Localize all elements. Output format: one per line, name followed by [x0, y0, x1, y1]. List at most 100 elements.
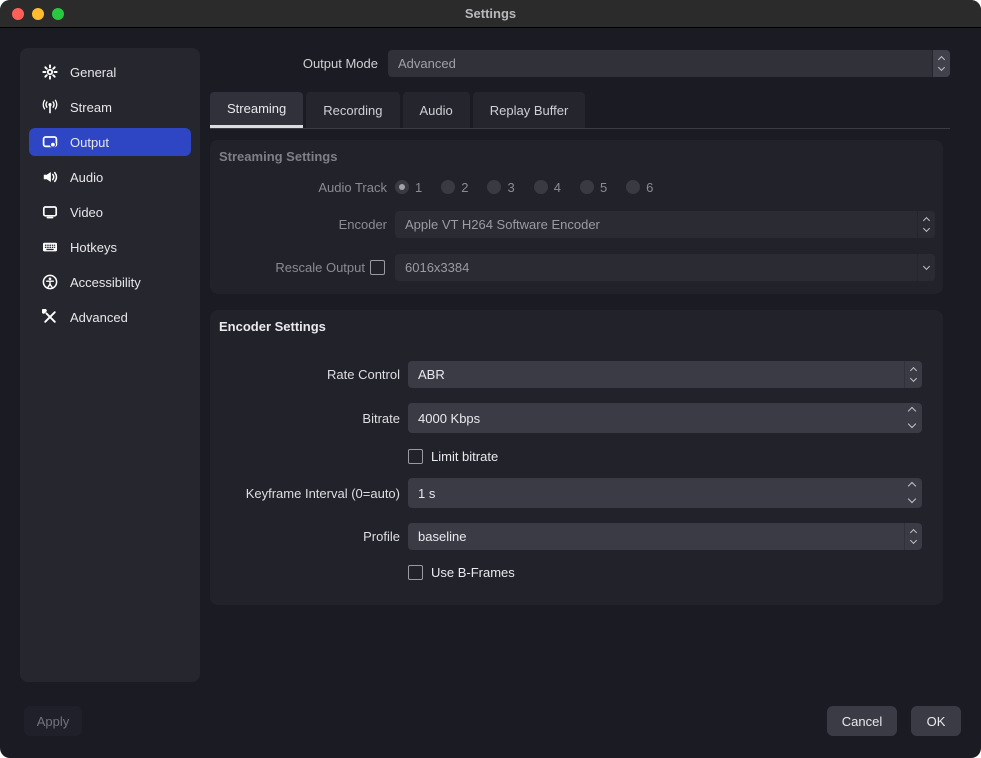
sidebar-item-label: Hotkeys [70, 240, 117, 255]
audio-track-radio-4[interactable]: 4 [534, 180, 561, 195]
tab-label: Recording [323, 103, 382, 118]
keyframe-interval-spinbox[interactable]: 1 s [408, 478, 922, 508]
keyboard-icon [42, 239, 58, 255]
keyframe-interval-label: Keyframe Interval (0=auto) [218, 486, 400, 501]
apply-button[interactable]: Apply [24, 706, 82, 736]
radio-label: 5 [600, 180, 607, 195]
chevron-down-icon[interactable] [917, 254, 935, 281]
encoder-settings-panel: Encoder Settings Rate Control ABR Bitrat… [210, 310, 943, 605]
tab-label: Streaming [227, 101, 286, 116]
window-title: Settings [465, 6, 516, 21]
chevron-up-icon[interactable] [908, 482, 916, 490]
profile-value: baseline [418, 529, 466, 544]
sidebar-item-label: General [70, 65, 116, 80]
sidebar-item-stream[interactable]: Stream [29, 93, 191, 121]
sidebar-item-hotkeys[interactable]: Hotkeys [29, 233, 191, 261]
rescale-resolution-value: 6016x3384 [405, 260, 469, 275]
audio-track-radio-1[interactable]: 1 [395, 180, 422, 195]
audio-track-radio-3[interactable]: 3 [487, 180, 514, 195]
tabs-divider [210, 128, 950, 129]
sidebar-item-audio[interactable]: Audio [29, 163, 191, 191]
radio-label: 2 [461, 180, 468, 195]
cancel-button[interactable]: Cancel [827, 706, 897, 736]
sidebar-item-label: Output [70, 135, 109, 150]
sidebar-item-video[interactable]: Video [29, 198, 191, 226]
sidebar-item-label: Accessibility [70, 275, 141, 290]
tab-label: Audio [420, 103, 453, 118]
title-bar: Settings [0, 0, 981, 28]
rescale-output-checkbox[interactable] [370, 260, 385, 275]
chevron-down-icon[interactable] [908, 420, 916, 428]
rescale-resolution-combobox[interactable]: 6016x3384 [395, 254, 935, 281]
audio-track-radio-2[interactable]: 2 [441, 180, 468, 195]
audio-track-row: Audio Track 1 2 3 4 5 6 [218, 177, 935, 197]
encoder-dropdown[interactable]: Apple VT H264 Software Encoder [395, 211, 935, 238]
antenna-icon [42, 99, 58, 115]
keyframe-interval-value: 1 s [418, 486, 435, 501]
profile-row: Profile baseline [218, 523, 935, 550]
radio-icon [441, 180, 455, 194]
tab-recording[interactable]: Recording [306, 92, 399, 128]
chevron-updown-icon[interactable] [932, 50, 950, 77]
chevron-updown-icon[interactable] [917, 211, 935, 238]
bitrate-row: Bitrate 4000 Kbps [218, 403, 935, 433]
radio-icon [580, 180, 594, 194]
rate-control-value: ABR [418, 367, 445, 382]
radio-label: 6 [646, 180, 653, 195]
sidebar-item-label: Advanced [70, 310, 128, 325]
encoder-settings-title: Encoder Settings [210, 310, 943, 334]
limit-bitrate-checkbox[interactable] [408, 449, 423, 464]
chevron-down-icon[interactable] [908, 495, 916, 503]
audio-track-label: Audio Track [218, 180, 387, 195]
radio-label: 1 [415, 180, 422, 195]
audio-track-radios: 1 2 3 4 5 6 [395, 180, 672, 195]
tab-audio[interactable]: Audio [403, 92, 470, 128]
encoder-value: Apple VT H264 Software Encoder [405, 217, 600, 232]
output-mode-dropdown[interactable]: Advanced [388, 50, 950, 77]
sidebar-item-accessibility[interactable]: Accessibility [29, 268, 191, 296]
chevron-updown-icon[interactable] [904, 361, 922, 388]
output-mode-value: Advanced [398, 56, 456, 71]
rate-control-dropdown[interactable]: ABR [408, 361, 922, 388]
sidebar-item-label: Video [70, 205, 103, 220]
sidebar-item-output[interactable]: Output [29, 128, 191, 156]
bitrate-label: Bitrate [218, 411, 400, 426]
rescale-output-row: Rescale Output 6016x3384 [218, 254, 935, 281]
sidebar-item-general[interactable]: General [29, 58, 191, 86]
output-tabs: Streaming Recording Audio Replay Buffer [210, 92, 585, 128]
output-display-icon [42, 134, 58, 150]
zoom-window-icon[interactable] [52, 8, 64, 20]
use-bframes-checkbox[interactable] [408, 565, 423, 580]
bitrate-spinbox[interactable]: 4000 Kbps [408, 403, 922, 433]
sidebar-item-advanced[interactable]: Advanced [29, 303, 191, 331]
close-window-icon[interactable] [12, 8, 24, 20]
audio-track-radio-5[interactable]: 5 [580, 180, 607, 195]
accessibility-icon [42, 274, 58, 290]
gear-icon [42, 64, 58, 80]
encoder-label: Encoder [218, 217, 387, 232]
tab-label: Replay Buffer [490, 103, 569, 118]
chevron-up-icon[interactable] [908, 407, 916, 415]
keyframe-interval-row: Keyframe Interval (0=auto) 1 s [218, 478, 935, 508]
limit-bitrate-row: Limit bitrate [218, 449, 935, 464]
radio-icon [487, 180, 501, 194]
limit-bitrate-label: Limit bitrate [431, 449, 498, 464]
monitor-icon [42, 204, 58, 220]
use-bframes-label: Use B-Frames [431, 565, 515, 580]
chevron-updown-icon[interactable] [904, 523, 922, 550]
tools-icon [42, 309, 58, 325]
audio-track-radio-6[interactable]: 6 [626, 180, 653, 195]
ok-button[interactable]: OK [911, 706, 961, 736]
traffic-lights [12, 8, 64, 20]
profile-label: Profile [218, 529, 400, 544]
streaming-settings-panel: Streaming Settings Audio Track 1 2 3 4 5… [210, 140, 943, 294]
rescale-output-label: Rescale Output [218, 260, 365, 275]
radio-selected-icon [395, 180, 409, 194]
profile-dropdown[interactable]: baseline [408, 523, 922, 550]
tab-replay-buffer[interactable]: Replay Buffer [473, 92, 586, 128]
radio-icon [534, 180, 548, 194]
tab-streaming[interactable]: Streaming [210, 92, 303, 128]
minimize-window-icon[interactable] [32, 8, 44, 20]
encoder-row: Encoder Apple VT H264 Software Encoder [218, 211, 935, 238]
speaker-icon [42, 169, 58, 185]
